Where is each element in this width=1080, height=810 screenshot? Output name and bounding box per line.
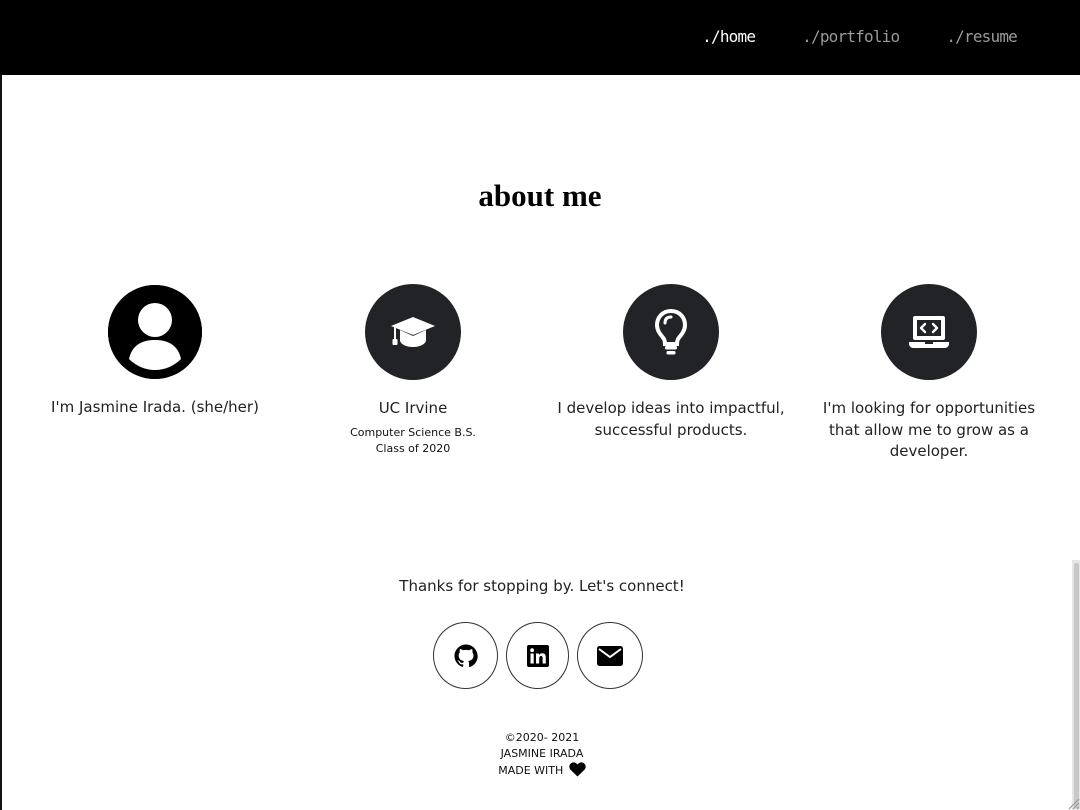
nav-link-portfolio[interactable]: ./portfolio [802, 27, 900, 46]
nav-link-home[interactable]: ./home [702, 27, 756, 46]
made-with-line: MADE WITH [0, 762, 1080, 779]
about-cards: I'm Jasmine Irada. (she/her) UC Irvine C… [0, 284, 1080, 484]
heart-icon [569, 762, 586, 777]
copyright-text: ©2020- 2021 [504, 731, 580, 744]
about-card-title: I develop ideas into impactful, successf… [557, 399, 785, 439]
scrollbar-thumb[interactable] [1074, 563, 1079, 808]
connect-text: Thanks for stopping by. Let's connect! [399, 577, 685, 595]
about-title: about me [478, 178, 602, 213]
class-year-text: Class of 2020 [375, 441, 451, 455]
lightbulb-icon [623, 284, 719, 380]
about-card-title: I'm Jasmine Irada. (she/her) [51, 398, 259, 416]
resize-grip-icon[interactable] [1066, 796, 1080, 810]
about-card-title: UC Irvine [378, 399, 448, 417]
about-card-opportunities: I'm looking for opportunities that allow… [809, 284, 1049, 463]
github-link-button[interactable] [433, 622, 498, 689]
about-card-education: UC Irvine Computer Science B.S. Class of… [293, 284, 533, 457]
navbar: ./home ./portfolio ./resume [0, 0, 1080, 75]
about-card-subtitle: Computer Science B.S. Class of 2020 [293, 425, 533, 457]
footer-name: JASMINE IRADA [500, 747, 584, 760]
email-link-button[interactable] [577, 622, 643, 689]
envelope-icon [597, 645, 623, 666]
laptop-code-icon [881, 284, 977, 380]
about-card-title: I'm looking for opportunities that allow… [822, 399, 1036, 460]
linkedin-link-button[interactable] [506, 622, 569, 689]
degree-text: Computer Science B.S. [350, 425, 476, 439]
nav-links: ./home ./portfolio ./resume [702, 27, 1018, 46]
linkedin-icon [526, 644, 549, 667]
social-links [0, 622, 1080, 690]
user-icon [108, 285, 202, 379]
about-card-ideas: I develop ideas into impactful, successf… [551, 284, 791, 441]
nav-link-resume[interactable]: ./resume [946, 27, 1017, 46]
graduation-cap-icon [365, 284, 461, 380]
github-icon [454, 644, 478, 667]
made-with-text: MADE WITH [498, 764, 564, 777]
footer: ©2020- 2021 JASMINE IRADA MADE WITH [0, 730, 1080, 779]
about-card-identity: I'm Jasmine Irada. (she/her) [35, 284, 275, 419]
